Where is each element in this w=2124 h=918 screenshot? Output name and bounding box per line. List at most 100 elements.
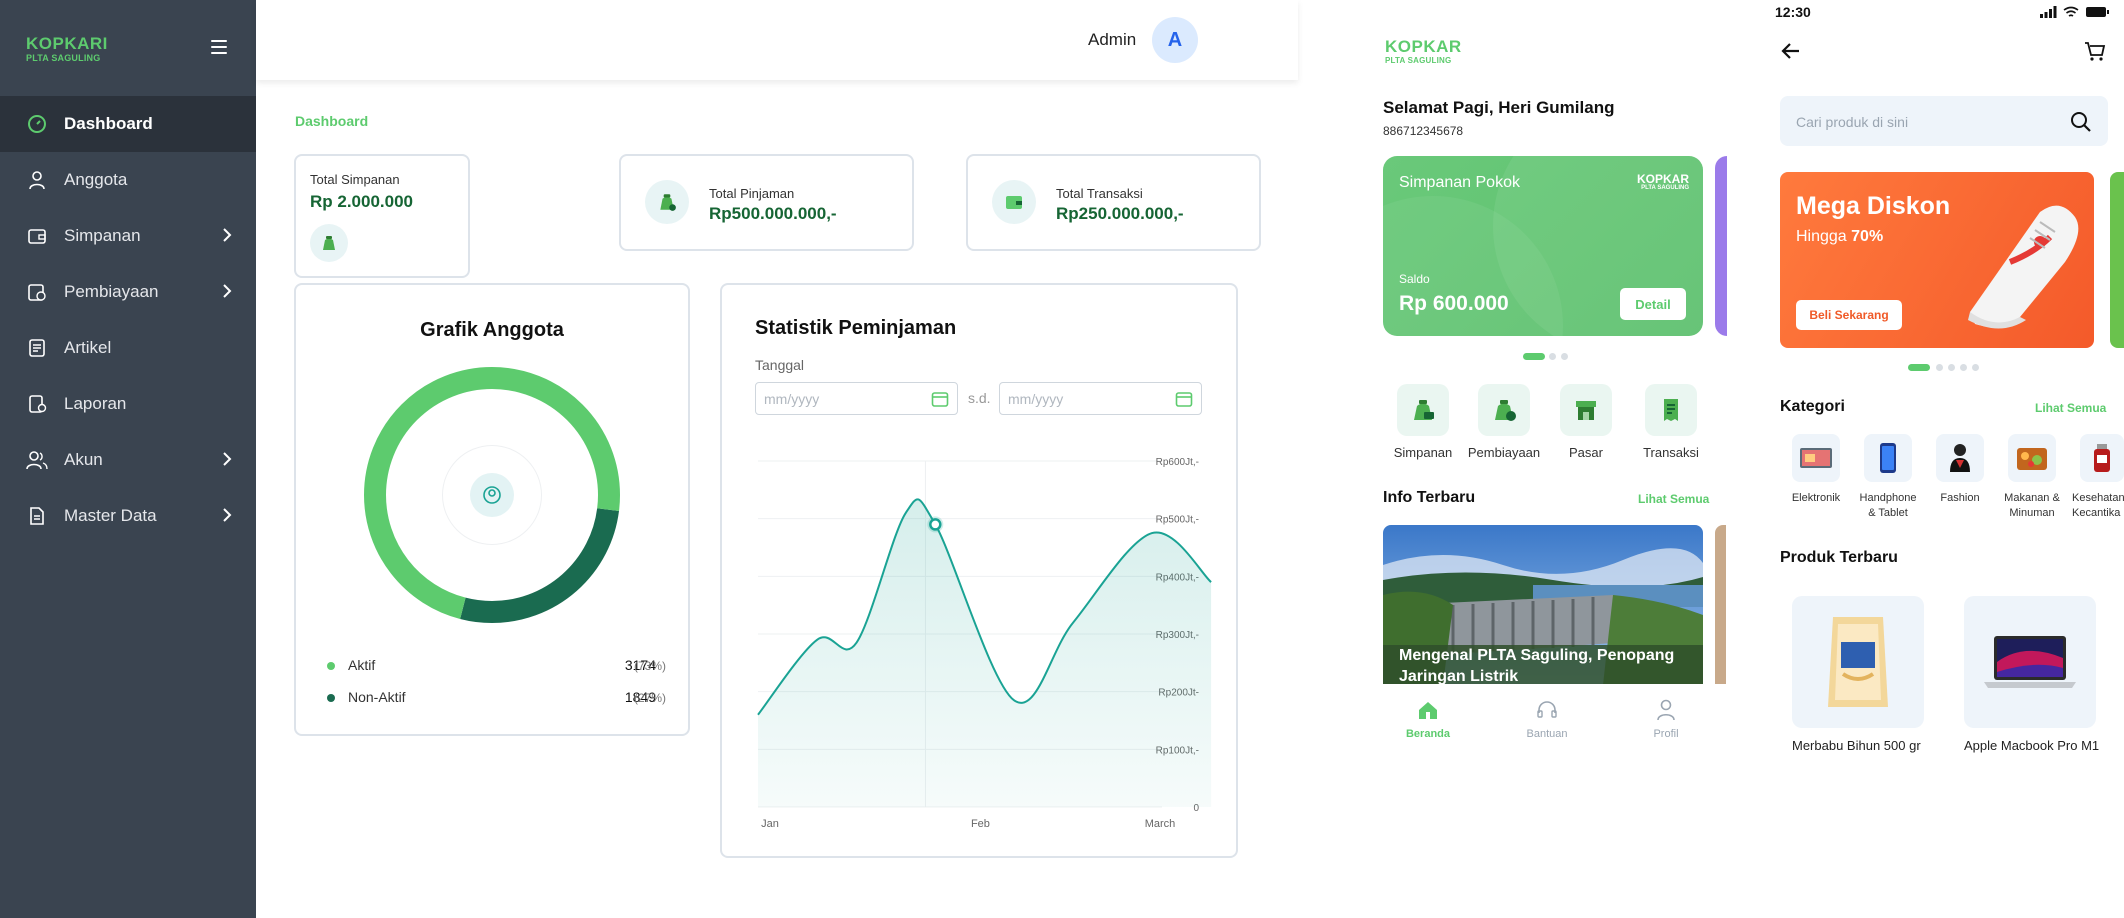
- category-label: Handphone & Tablet: [1859, 492, 1917, 519]
- carousel-dot[interactable]: [1960, 364, 1967, 371]
- legend-dot-aktif: [327, 662, 335, 670]
- member-number: 886712345678: [1383, 124, 1464, 138]
- news-section-title: Info Terbaru: [1383, 489, 1476, 506]
- logo-title: KOPKARI: [26, 34, 108, 53]
- avatar[interactable]: A: [1152, 17, 1198, 63]
- stat-value: Rp500.000.000,-: [709, 204, 837, 223]
- sidebar-item-dashboard[interactable]: Dashboard: [0, 96, 256, 152]
- category-makanan[interactable]: [2008, 434, 2056, 482]
- carousel-dot-active[interactable]: [1908, 364, 1930, 371]
- buy-now-button[interactable]: Beli Sekarang: [1796, 300, 1902, 330]
- category-fashion[interactable]: [1936, 434, 1984, 482]
- promo-banner[interactable]: Mega Diskon Hingga 70% Beli Sekarang: [1780, 172, 2094, 348]
- breadcrumb[interactable]: Dashboard: [295, 113, 368, 129]
- sidebar-item-laporan[interactable]: Laporan: [0, 376, 256, 432]
- product-search-input[interactable]: Cari produk di sini: [1780, 96, 2108, 146]
- home-icon[interactable]: [1417, 700, 1439, 720]
- logo-subtitle: PLTA SAGULING: [26, 53, 101, 63]
- profile-icon[interactable]: [1656, 699, 1676, 721]
- sidebar-logo[interactable]: KOPKARI PLTA SAGULING: [26, 35, 108, 63]
- quick-action-simpanan[interactable]: [1397, 384, 1449, 436]
- stat-label: Total Pinjaman: [709, 186, 795, 201]
- card-logo-title: KOPKAR: [1636, 172, 1689, 186]
- sidebar-item-label: Pembiayaan: [64, 282, 159, 301]
- sidebar-item-label: Master Data: [64, 506, 157, 525]
- sidebar: KOPKARI PLTA SAGULING Dashboard Anggota …: [0, 0, 256, 918]
- news-see-all-link[interactable]: Lihat Semua: [1638, 492, 1709, 506]
- search-placeholder: Cari produk di sini: [1796, 114, 1909, 130]
- highlight-point[interactable]: [929, 518, 942, 531]
- quick-action-pasar[interactable]: [1560, 384, 1612, 436]
- search-icon[interactable]: [2070, 111, 2092, 133]
- x-tick-label: Feb: [971, 818, 990, 830]
- category-label: Fashion: [1940, 492, 1980, 504]
- detail-button[interactable]: Detail: [1620, 288, 1686, 320]
- stat-card-transaksi: Total Transaksi Rp250.000.000,-: [966, 154, 1261, 251]
- product-card-macbook[interactable]: [1964, 596, 2096, 728]
- stat-card-simpanan: Total Simpanan Rp 2.000.000: [294, 154, 470, 278]
- sidebar-item-anggota[interactable]: Anggota: [0, 152, 256, 208]
- balance-label: Saldo: [1399, 272, 1430, 286]
- product-card-bihun[interactable]: [1792, 596, 1924, 728]
- y-tick-label: Rp500Jt,-: [1156, 515, 1199, 526]
- sidebar-item-pembiayaan[interactable]: Pembiayaan: [0, 264, 256, 320]
- area-fill: [758, 499, 1212, 807]
- savings-bag-icon: [1414, 400, 1434, 420]
- quick-action-pembiayaan[interactable]: [1478, 384, 1530, 436]
- stat-label: Total Simpanan: [310, 172, 400, 187]
- category-elektronik[interactable]: [1792, 434, 1840, 482]
- sidebar-item-master-data[interactable]: Master Data: [0, 488, 256, 544]
- financing-bag-icon: [1495, 400, 1516, 421]
- headset-icon[interactable]: [1536, 700, 1558, 720]
- greeting: Selamat Pagi, Heri Gumilang: [1383, 98, 1615, 117]
- sidebar-item-artikel[interactable]: Artikel: [0, 320, 256, 376]
- savings-card[interactable]: Simpanan Pokok KOPKAR PLTA SAGULING Sald…: [1383, 156, 1703, 336]
- fashion-icon: [1950, 444, 1970, 472]
- product-name[interactable]: Apple Macbook Pro M1: [1964, 738, 2099, 753]
- product-name[interactable]: Merbabu Bihun 500 gr: [1792, 738, 1921, 753]
- sidebar-item-label: Laporan: [64, 394, 127, 413]
- money-bag-icon: [645, 180, 689, 224]
- next-promo-peek[interactable]: [2110, 172, 2124, 348]
- quick-action-label: Pembiayaan: [1467, 445, 1541, 460]
- chevron-right-icon: [223, 508, 232, 522]
- stat-card-pinjaman: Total Pinjaman Rp500.000.000,-: [619, 154, 914, 251]
- category-label: Makanan & Minuman: [2004, 492, 2060, 519]
- category-handphone[interactable]: [1864, 434, 1912, 482]
- back-arrow-icon[interactable]: [1781, 42, 1801, 60]
- category-see-all-link[interactable]: Lihat Semua: [2035, 401, 2106, 415]
- carousel-dot[interactable]: [1561, 353, 1568, 360]
- article-icon: [26, 337, 48, 359]
- users-icon: [26, 449, 48, 471]
- sidebar-item-akun[interactable]: Akun: [0, 432, 256, 488]
- carousel-dot[interactable]: [1936, 364, 1943, 371]
- statistik-peminjaman-panel: Statistik Peminjaman Tanggal mm/yyyy s.d…: [720, 283, 1238, 858]
- logo-title: KOPKAR: [1385, 37, 1462, 56]
- mobile-logo: KOPKAR PLTA SAGULING: [1385, 38, 1462, 65]
- bottom-nav-help[interactable]: Bantuan: [1507, 728, 1587, 740]
- legend-label-nonaktif: Non-Aktif: [348, 689, 406, 705]
- cart-icon[interactable]: [2084, 41, 2106, 61]
- chevron-right-icon: [223, 228, 232, 242]
- sidebar-item-simpanan[interactable]: Simpanan: [0, 208, 256, 264]
- next-news-peek[interactable]: [1715, 525, 1726, 685]
- category-kesehatan[interactable]: [2080, 434, 2124, 482]
- carousel-dot[interactable]: [1972, 364, 1979, 371]
- bottom-nav-profile[interactable]: Profil: [1626, 728, 1706, 740]
- hamburger-menu-icon[interactable]: [211, 40, 227, 54]
- promo-subtitle: Hingga 70%: [1796, 228, 1884, 245]
- bottom-nav-home[interactable]: Beranda: [1388, 728, 1468, 740]
- sidebar-item-label: Simpanan: [64, 226, 141, 245]
- next-card-peek[interactable]: [1715, 156, 1727, 336]
- food-icon: [2017, 448, 2047, 470]
- quick-action-transaksi[interactable]: [1645, 384, 1697, 436]
- chevron-right-icon: [223, 284, 232, 298]
- legend-label-aktif: Aktif: [348, 657, 376, 673]
- electronics-icon: [1800, 448, 1832, 468]
- carousel-dot[interactable]: [1948, 364, 1955, 371]
- health-icon: [2094, 444, 2110, 472]
- wallet-icon: [26, 225, 48, 247]
- news-card[interactable]: Mengenal PLTA Saguling, Penopang Jaringa…: [1383, 525, 1703, 685]
- carousel-dot-active[interactable]: [1523, 353, 1545, 360]
- carousel-dot[interactable]: [1549, 353, 1556, 360]
